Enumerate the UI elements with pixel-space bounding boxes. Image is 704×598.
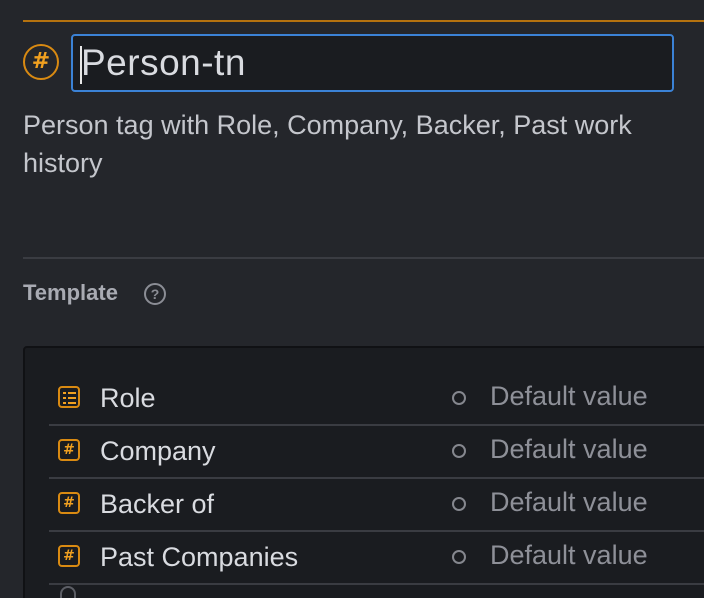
template-heading: Template (23, 280, 118, 305)
tag-editor-page: # Person-tn Person tag with Role, Compan… (0, 0, 704, 598)
section-divider (23, 257, 704, 259)
default-radio-icon[interactable] (452, 550, 466, 564)
hash-square-icon: # (58, 439, 80, 461)
hash-square-icon: # (58, 492, 80, 514)
list-icon (58, 386, 80, 408)
text-caret (80, 46, 82, 84)
accent-rule (23, 20, 704, 22)
default-value-input[interactable]: Default value (490, 377, 648, 415)
hash-square-icon: # (58, 545, 80, 567)
tag-title-value[interactable]: Person-tn (81, 42, 246, 84)
field-name[interactable]: Role (100, 379, 156, 417)
template-field-row-past-companies[interactable]: # Past Companies Default value (49, 531, 704, 585)
default-radio-icon[interactable] (452, 444, 466, 458)
add-field-icon[interactable] (60, 586, 76, 598)
template-field-row-company[interactable]: # Company Default value (49, 425, 704, 479)
template-field-row-role[interactable]: Role Default value (49, 372, 704, 426)
question-circle-icon[interactable]: ? (144, 283, 166, 305)
default-radio-icon[interactable] (452, 497, 466, 511)
default-value-input[interactable]: Default value (490, 430, 648, 468)
template-fields-panel: Role Default value # Company Default val… (23, 346, 704, 598)
field-name[interactable]: Company (100, 432, 216, 470)
default-value-input[interactable]: Default value (490, 536, 648, 574)
tag-description[interactable]: Person tag with Role, Company, Backer, P… (23, 106, 643, 182)
hash-circle-icon[interactable]: # (23, 44, 59, 80)
default-radio-icon[interactable] (452, 391, 466, 405)
field-name[interactable]: Backer of (100, 485, 214, 523)
field-name[interactable]: Past Companies (100, 538, 298, 576)
tag-title-input[interactable]: Person-tn (71, 34, 674, 92)
default-value-input[interactable]: Default value (490, 483, 648, 521)
template-field-row-backer-of[interactable]: # Backer of Default value (49, 478, 704, 532)
